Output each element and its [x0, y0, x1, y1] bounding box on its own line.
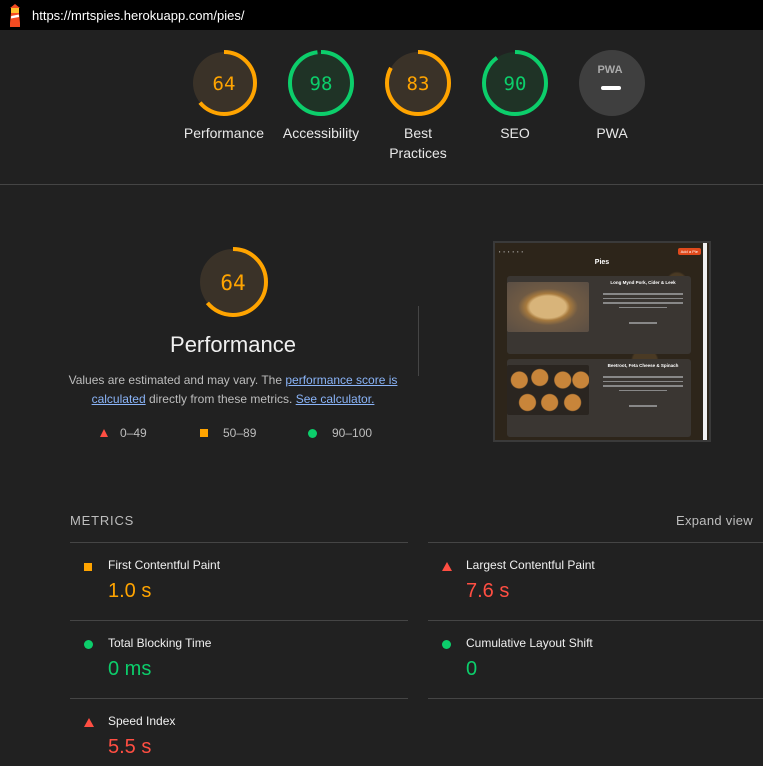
pie-image: [507, 282, 589, 332]
pass-circle-icon: [84, 640, 93, 649]
thumbnail-page-title: Pies: [594, 259, 610, 266]
gauge-seo[interactable]: 90 SEO: [466, 48, 564, 143]
fail-triangle-icon: [84, 718, 94, 727]
legend-pass: 90–100: [308, 426, 372, 440]
average-square-icon: [200, 429, 208, 437]
metric-divider: [70, 698, 408, 699]
desc-text: directly from these metrics.: [145, 392, 296, 406]
gauge-accessibility[interactable]: 98 Accessibility: [272, 48, 370, 143]
fail-triangle-icon: [442, 562, 452, 571]
page-url[interactable]: https://mrtspies.herokuapp.com/pies/: [32, 8, 244, 23]
performance-score: 64: [220, 271, 245, 295]
metric-value: 5.5 s: [108, 736, 152, 758]
metric-value: 7.6 s: [466, 580, 510, 602]
metric-name: Total Blocking Time: [108, 636, 212, 650]
thumbnail-card-text: [599, 290, 687, 327]
metric-divider: [428, 698, 763, 699]
legend-label: 50–89: [223, 426, 257, 440]
metric-name: Largest Contentful Paint: [466, 558, 595, 572]
pwa-icon: PWA: [579, 50, 645, 116]
gauge-score: 83: [407, 73, 430, 95]
fail-triangle-icon: [100, 429, 108, 437]
performance-gauge: 64: [198, 247, 268, 317]
gauge-pwa[interactable]: PWA PWA: [563, 48, 661, 143]
thumbnail-card-title: Beetroot, Feta Cheese & Spinach: [607, 363, 679, 368]
thumbnail-card: Long Mynd Pork, Cider & Leek: [507, 276, 691, 354]
pass-circle-icon: [442, 640, 451, 649]
metric-value: 0 ms: [108, 658, 152, 680]
expand-view-toggle[interactable]: Expand view: [676, 513, 753, 528]
thumbnail-card-text: [599, 373, 687, 410]
gauge-label: Performance: [183, 125, 265, 141]
metric-name: First Contentful Paint: [108, 558, 221, 572]
legend-average: 50–89: [200, 426, 256, 440]
category-gauges: 64 Performance 98 Accessibility 83 Best …: [0, 48, 763, 178]
performance-description: Values are estimated and may vary. The p…: [60, 371, 406, 409]
lighthouse-icon: [10, 4, 20, 27]
see-calculator-link[interactable]: See calculator.: [296, 392, 375, 406]
metric-divider: [428, 542, 763, 543]
metric-name: Cumulative Layout Shift: [466, 636, 593, 650]
final-screenshot[interactable]: ▪ ▪ ▪ ▪ ▪ ▪ Add a Pie Pies Long Mynd Por…: [493, 241, 711, 442]
url-bar: https://mrtspies.herokuapp.com/pies/: [0, 0, 763, 30]
desc-text: Values are estimated and may vary. The: [68, 373, 286, 387]
thumbnail-nav-button: Add a Pie: [677, 247, 701, 255]
metrics-heading: METRICS: [70, 513, 135, 528]
thumbnail-scrollbar: [703, 243, 707, 440]
legend-fail: 0–49: [100, 426, 147, 440]
metric-divider: [428, 620, 763, 621]
gauge-ring: 90: [482, 50, 548, 116]
metric-divider: [70, 620, 408, 621]
metric-name: Speed Index: [108, 714, 176, 728]
metric-divider: [70, 542, 408, 543]
gauge-ring: 98: [288, 50, 354, 116]
gauge-score: 64: [213, 73, 236, 95]
legend-label: 0–49: [120, 426, 147, 440]
gauge-score: 90: [504, 73, 527, 95]
thumbnail-card-title: Long Mynd Pork, Cider & Leek: [610, 280, 676, 285]
gauge-label: PWA: [596, 125, 628, 141]
gauge-score: 98: [310, 73, 333, 95]
section-divider: [0, 184, 763, 185]
average-square-icon: [84, 563, 92, 571]
thumbnail-nav: ▪ ▪ ▪ ▪ ▪ ▪ Add a Pie: [499, 247, 701, 255]
vertical-divider: [418, 306, 419, 376]
performance-title: Performance: [170, 332, 296, 357]
thumbnail-card: Beetroot, Feta Cheese & Spinach: [507, 359, 691, 437]
pies-image: [507, 365, 589, 415]
metric-value: 0: [466, 658, 478, 680]
gauge-label: Best Practices: [389, 125, 447, 161]
performance-summary: 64 Performance Values are estimated and …: [60, 244, 406, 440]
thumbnail-nav-links: ▪ ▪ ▪ ▪ ▪ ▪: [499, 248, 525, 254]
gauge-best-practices[interactable]: 83 Best Practices: [369, 48, 467, 163]
legend-label: 90–100: [332, 426, 373, 440]
gauge-ring: 83: [385, 50, 451, 116]
gauge-label: SEO: [500, 125, 530, 141]
metric-value: 1.0 s: [108, 580, 152, 602]
pwa-badge-text: PWA: [597, 64, 622, 76]
gauge-ring: 64: [191, 50, 257, 116]
gauge-performance[interactable]: 64 Performance: [175, 48, 273, 143]
pass-circle-icon: [308, 428, 317, 438]
gauge-label: Accessibility: [282, 125, 360, 141]
